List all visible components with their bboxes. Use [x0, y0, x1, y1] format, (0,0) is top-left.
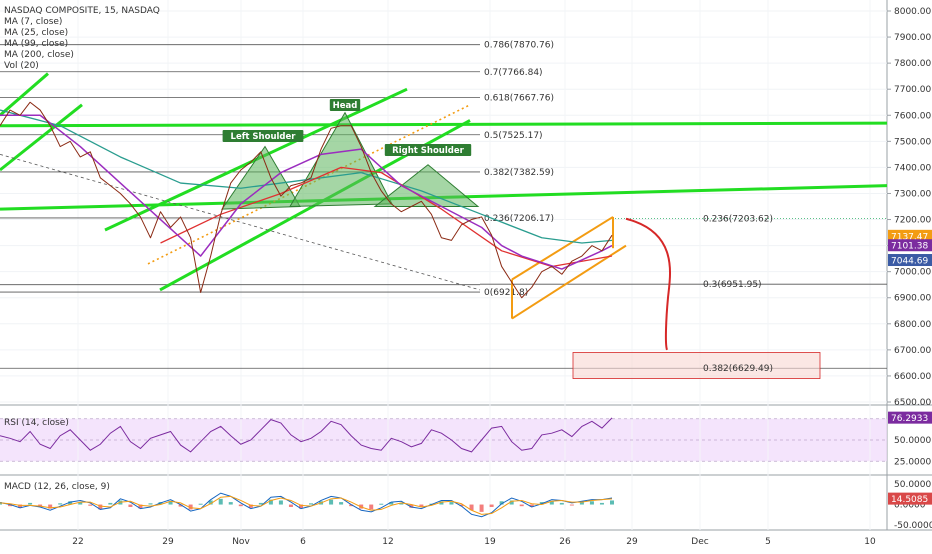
macd-histogram-bar: [108, 502, 113, 505]
macd-histogram-bar: [489, 504, 494, 507]
time-tick-label: 29: [626, 537, 638, 547]
time-tick-label: 10: [864, 537, 876, 547]
price-tick-label: 8000.00: [894, 7, 931, 17]
macd-histogram-bar: [28, 502, 33, 505]
legend-ma25[interactable]: MA (25, close): [4, 28, 68, 39]
rsi-tick-label: 50.0000: [894, 436, 931, 446]
macd-histogram-bar: [519, 504, 524, 507]
head-label: Head: [333, 101, 358, 111]
price-tick-label: 7900.00: [894, 33, 931, 43]
macd-histogram-bar: [479, 504, 484, 512]
time-tick-label: 12: [382, 537, 393, 547]
rsi-label[interactable]: RSI (14, close): [4, 418, 69, 429]
macd-histogram-bar: [599, 502, 604, 505]
time-tick-label: 19: [484, 537, 496, 547]
rsi-value-badge: 76.2933: [891, 414, 928, 424]
price-tick-label: 7800.00: [894, 59, 931, 69]
macd-histogram-bar: [58, 503, 63, 505]
left-shoulder-label: Left Shoulder: [231, 132, 297, 142]
time-tick-label: Nov: [232, 537, 250, 547]
chart-canvas[interactable]: 0.786(7870.76) 0.7(7766.84) 0.618(7667.76)…: [0, 0, 932, 550]
macd-histogram-bar: [278, 500, 283, 505]
chart-root: 0.786(7870.76) 0.7(7766.84) 0.618(7667.76)…: [0, 0, 932, 550]
time-tick-label: 22: [72, 537, 83, 547]
price-tick-label: 6500.00: [894, 398, 931, 408]
macd-histogram-bar: [329, 499, 334, 505]
fib-level-label: 0.7(7766.84): [484, 68, 543, 78]
macd-histogram-bar: [218, 498, 223, 505]
legend-vol[interactable]: Vol (20): [4, 61, 39, 72]
macd-tick-label: -50.0000: [894, 521, 932, 531]
price-tick-label: 7300.00: [894, 189, 931, 199]
fib-level-label: 0.786(7870.76): [484, 41, 554, 51]
chart-title: NASDAQ COMPOSITE, 15, NASDAQ: [4, 6, 160, 16]
price-tick-label: 7000.00: [894, 268, 931, 278]
price-badge-ma2: 7044.69: [891, 257, 928, 267]
price-tick-label: 6600.00: [894, 372, 931, 382]
time-tick-label: 6: [300, 537, 306, 547]
macd-label[interactable]: MACD (12, 26, close, 9): [4, 482, 110, 493]
macd-histogram-bar: [559, 502, 564, 505]
price-tick-label: 6900.00: [894, 294, 931, 304]
fib-ext-label: 0.236(7203.62): [703, 215, 773, 225]
time-tick-label: Dec: [691, 537, 708, 547]
price-badge-ma: 7101.38: [891, 242, 928, 252]
fib-level-label: 0.382(7382.59): [484, 168, 554, 178]
macd-histogram-bar: [198, 503, 203, 505]
macd-tick-label: 50.0000: [894, 480, 931, 490]
chart-background: [0, 0, 932, 550]
macd-histogram-bar: [449, 502, 454, 505]
price-tick-label: 7700.00: [894, 85, 931, 95]
price-tick-label: 7400.00: [894, 163, 931, 173]
price-tick-label: 7500.00: [894, 137, 931, 147]
macd-histogram-bar: [379, 503, 384, 505]
macd-histogram-bar: [369, 504, 374, 510]
time-tick-label: 5: [765, 537, 771, 547]
legend-ma200[interactable]: MA (200, close): [4, 50, 74, 61]
macd-histogram-bar: [238, 504, 243, 507]
fib-level-label: 0(6921.8): [484, 288, 528, 298]
macd-histogram-bar: [610, 500, 614, 505]
price-tick-label: 6700.00: [894, 346, 931, 356]
macd-histogram-bar: [339, 502, 344, 505]
fib-ext-label: 0.382(6629.49): [703, 364, 773, 374]
right-shoulder-label: Right Shoulder: [392, 146, 464, 156]
fib-level-label: 0.5(7525.17): [484, 131, 543, 141]
macd-histogram-bar: [288, 504, 293, 507]
macd-histogram-bar: [88, 504, 93, 506]
price-tick-label: 6800.00: [894, 320, 931, 330]
legend-ma99[interactable]: MA (99, close): [4, 39, 68, 50]
macd-histogram-bar: [309, 503, 314, 505]
macd-histogram-bar: [148, 503, 153, 505]
fib-ext-label: 0.3(6951.95): [703, 280, 762, 290]
macd-histogram-bar: [128, 504, 133, 507]
price-tick-label: 7600.00: [894, 111, 931, 121]
target-zone-box: [572, 352, 821, 379]
time-tick-label: 29: [162, 537, 174, 547]
fib-level-label: 0.618(7667.76): [484, 94, 554, 104]
rsi-tick-label: 25.0000: [894, 457, 931, 467]
macd-histogram-bar: [589, 501, 594, 505]
time-tick-label: 26: [559, 537, 571, 547]
macd-histogram-bar: [569, 504, 574, 506]
legend-ma7[interactable]: MA (7, close): [4, 17, 62, 28]
macd-value-badge: 14.5085: [891, 495, 928, 505]
macd-histogram-bar: [228, 502, 233, 505]
price-tick-label: 7200.00: [894, 216, 931, 226]
